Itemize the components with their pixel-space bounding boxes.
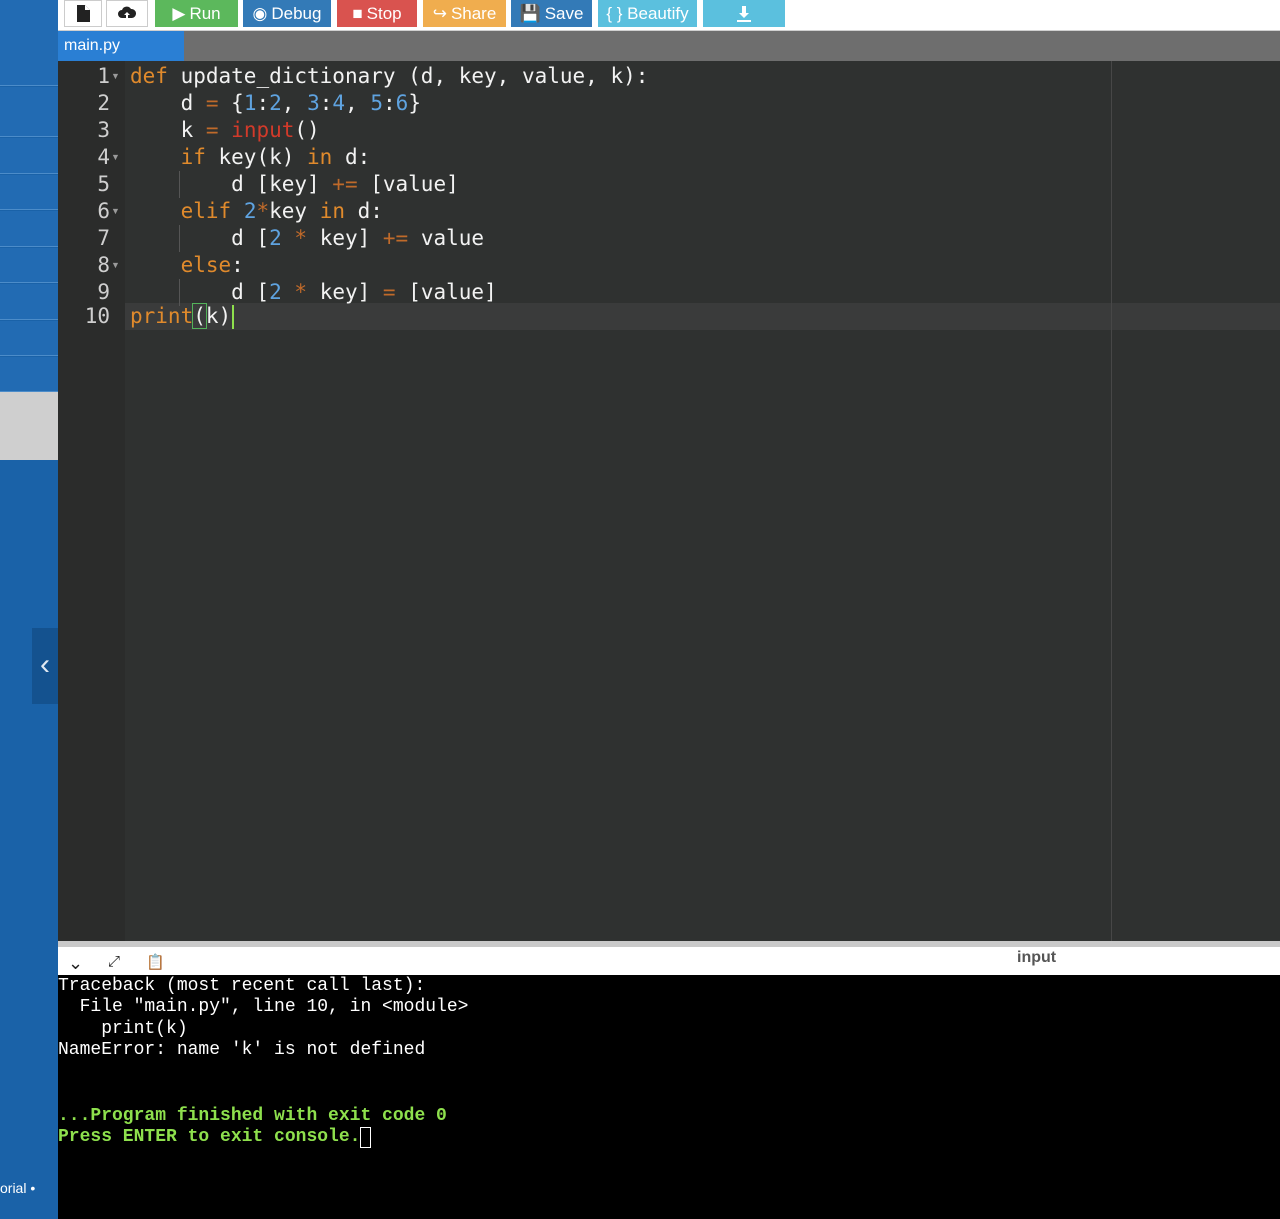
download-icon — [737, 5, 751, 22]
debug-label: Debug — [271, 3, 322, 23]
code-line[interactable]: d [2 * key] += value — [130, 225, 484, 252]
line-number: 10 — [84, 304, 110, 328]
share-label: Share — [450, 3, 497, 23]
line-number: 3 — [97, 118, 110, 142]
debug-button[interactable]: ◉ Debug — [243, 0, 331, 27]
expand-icon[interactable]: ⤢ — [108, 953, 120, 970]
file-tab-bar: main.py — [58, 31, 1280, 61]
stop-label: Stop — [366, 3, 402, 23]
beautify-label: { } Beautify — [606, 3, 689, 23]
save-label: Save — [544, 3, 584, 23]
fold-arrow-icon[interactable]: ▼ — [111, 252, 120, 279]
code-line[interactable]: else: — [130, 252, 244, 279]
sidebar-item[interactable] — [0, 87, 58, 137]
line-number: 5 — [97, 172, 110, 196]
upload-button[interactable] — [106, 0, 148, 27]
fold-arrow-icon[interactable]: ▼ — [111, 144, 120, 171]
terminal-cursor — [360, 1127, 372, 1148]
line-number: 6 — [97, 199, 110, 223]
floppy-disk-icon: 💾 — [519, 3, 541, 23]
line-number: 7 — [97, 226, 110, 250]
fold-arrow-icon[interactable]: ▼ — [111, 198, 120, 225]
console-line: NameError: name 'k' is not defined — [58, 1040, 426, 1060]
sidebar-footer-text[interactable]: orial • — [0, 1180, 35, 1196]
sidebar-item[interactable] — [0, 138, 58, 174]
play-icon: ▶ — [172, 3, 186, 23]
debug-icon: ◉ — [252, 3, 268, 23]
text-cursor — [232, 305, 235, 329]
console-toolbar: ⌄ ⤢ 📋 input — [58, 941, 1280, 975]
share-button[interactable]: ↪ Share — [423, 0, 506, 27]
run-label: Run — [189, 3, 221, 23]
sidebar-item[interactable] — [0, 321, 58, 356]
code-line[interactable]: k = input() — [130, 117, 320, 144]
console-line: print(k) — [58, 1019, 188, 1039]
console-line: File "main.py", line 10, in <module> — [58, 997, 469, 1017]
download-button[interactable] — [703, 0, 785, 27]
exit-prompt-line: Press ENTER to exit console. — [58, 1127, 372, 1148]
fold-arrow-icon[interactable]: ▼ — [111, 63, 120, 90]
sidebar-item[interactable] — [0, 284, 58, 320]
console-output[interactable]: Traceback (most recent call last): File … — [58, 975, 1280, 1219]
sidebar-item[interactable] — [0, 357, 58, 392]
code-line[interactable]: if key(k) in d: — [130, 144, 371, 171]
file-icon — [77, 5, 90, 22]
sidebar-ad-area — [0, 392, 58, 460]
stop-button[interactable]: ■ Stop — [337, 0, 417, 27]
program-finished-line: ...Program finished with exit code 0 — [58, 1106, 447, 1126]
clipboard-icon[interactable]: 📋 — [146, 953, 165, 971]
code-editor[interactable]: 1 2 3 4 5 6 7 8 9 10 ▼ ▼ ▼ ▼ def update_… — [58, 61, 1280, 941]
active-line-highlight — [58, 303, 1280, 330]
sidebar-item[interactable] — [0, 175, 58, 210]
code-line[interactable]: def update_dictionary (d, key, value, k)… — [130, 63, 648, 90]
console-line: Traceback (most recent call last): — [58, 976, 426, 996]
chevron-down-icon[interactable]: ⌄ — [68, 953, 83, 974]
sidebar-item[interactable] — [0, 0, 58, 86]
stop-icon: ■ — [352, 3, 363, 23]
print-margin — [1111, 61, 1112, 941]
collapse-sidebar-button[interactable]: ‹ — [32, 628, 58, 704]
sidebar-item[interactable] — [0, 248, 58, 283]
line-number: 9 — [97, 280, 110, 304]
toolbar: ▶ Run ◉ Debug ■ Stop ↪ Share 💾 Save { } Beaut… — [58, 0, 1280, 31]
exit-prompt-text: Press ENTER to exit console. — [58, 1127, 361, 1147]
code-line[interactable]: d = {1:2, 3:4, 5:6} — [130, 90, 421, 117]
new-file-button[interactable] — [64, 0, 102, 27]
code-line[interactable]: d [2 * key] = [value] — [130, 279, 497, 306]
share-icon: ↪ — [432, 3, 447, 23]
line-number: 2 — [97, 91, 110, 115]
run-button[interactable]: ▶ Run — [155, 0, 238, 27]
chevron-left-icon: ‹ — [40, 648, 50, 681]
left-sidebar: ‹ orial • — [0, 0, 58, 1219]
sidebar-item[interactable] — [0, 211, 58, 247]
line-number: 4 — [97, 145, 110, 169]
code-line[interactable]: elif 2*key in d: — [130, 198, 383, 225]
code-line[interactable]: d [key] += [value] — [130, 171, 459, 198]
input-label[interactable]: input — [1017, 949, 1056, 967]
code-line[interactable]: print(k) — [130, 303, 235, 330]
line-number: 1 — [97, 64, 110, 88]
save-button[interactable]: 💾 Save — [511, 0, 592, 27]
line-number: 8 — [97, 253, 110, 277]
beautify-button[interactable]: { } Beautify — [598, 0, 697, 27]
cloud-upload-icon — [118, 6, 137, 20]
tab-main-py[interactable]: main.py — [58, 31, 184, 61]
